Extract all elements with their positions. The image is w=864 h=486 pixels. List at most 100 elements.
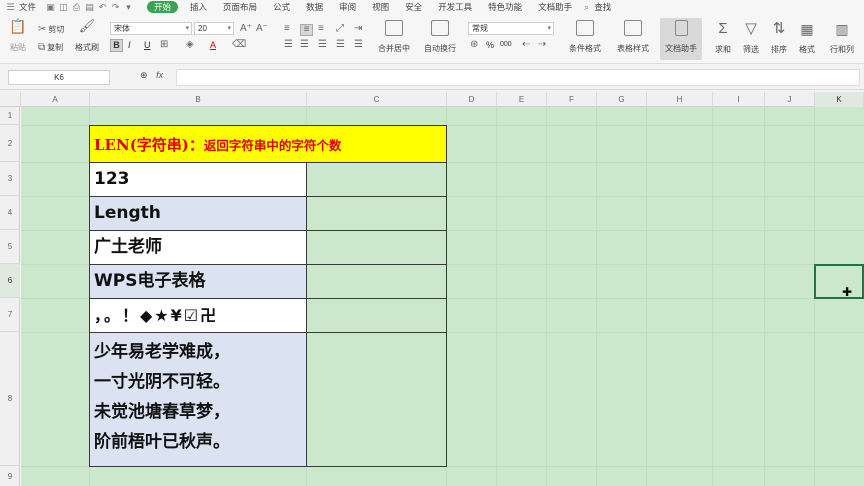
merge-center-button[interactable]: 合并居中 (374, 20, 414, 54)
font-shrink-icon[interactable]: A⁻ (256, 24, 268, 34)
eraser-icon[interactable]: ⌫ (232, 40, 246, 50)
column-header-i[interactable]: I (713, 92, 765, 107)
name-box[interactable]: K6 (8, 70, 110, 85)
increase-decimal-icon[interactable]: ⇠ (522, 40, 530, 50)
redo-icon[interactable]: ↷ (111, 2, 120, 12)
fill-color-icon[interactable]: ◈ (186, 40, 194, 50)
format-painter-button[interactable]: 🖌 格式刷 (72, 18, 102, 53)
font-color-button[interactable]: A (210, 40, 216, 50)
row-header-1[interactable]: 1 (0, 107, 20, 125)
row-header-9[interactable]: 9 (0, 466, 20, 486)
align-bottom-icon[interactable]: ≡ (318, 24, 324, 34)
align-top-icon[interactable]: ≡ (284, 24, 290, 34)
italic-button[interactable]: I (128, 40, 131, 50)
column-header-f[interactable]: F (547, 92, 597, 107)
export-icon[interactable]: ▤ (85, 2, 94, 12)
column-header-c[interactable]: C (307, 92, 447, 107)
tab-data[interactable]: 数据 (298, 0, 331, 14)
undo-icon[interactable]: ↶ (98, 2, 107, 12)
cell-c8[interactable] (306, 332, 447, 467)
cell-b6[interactable]: WPS电子表格 (89, 264, 307, 299)
row-header-4[interactable]: 4 (0, 196, 20, 230)
border-icon[interactable]: ⊞ (160, 40, 168, 50)
doc-helper-button[interactable]: 文档助手 (660, 18, 702, 60)
row-header-6[interactable]: 6 (0, 264, 20, 298)
filter-button[interactable]: ▽ 筛选 (738, 20, 764, 55)
font-grow-icon[interactable]: A⁺ (240, 24, 252, 34)
cell-b5[interactable]: 广土老师 (89, 230, 307, 265)
title-cell-b2[interactable]: LEN(字符串)： 返回字符串中的字符个数 (89, 125, 447, 163)
menu-file[interactable]: 文件 (17, 0, 44, 14)
number-format-select[interactable]: 常规 ▾ (468, 22, 554, 35)
zoom-icon[interactable]: ⊕ (140, 70, 148, 80)
align-middle-icon[interactable]: ≡ (300, 24, 313, 36)
cell-c7[interactable] (306, 298, 447, 333)
column-header-e[interactable]: E (497, 92, 547, 107)
tab-security[interactable]: 安全 (397, 0, 430, 14)
paste-button[interactable]: 📋 粘贴 (6, 18, 30, 53)
row-header-5[interactable]: 5 (0, 230, 20, 264)
percent-button[interactable]: % (486, 40, 494, 50)
wrap-text-button[interactable]: 自动换行 (420, 20, 460, 54)
row-header-7[interactable]: 7 (0, 298, 20, 332)
tab-features[interactable]: 特色功能 (480, 0, 530, 14)
copy-button[interactable]: ⧉ 复制 (38, 42, 63, 53)
column-header-g[interactable]: G (597, 92, 647, 107)
rows-cols-button[interactable]: ▥ 行和列 (824, 20, 860, 55)
sum-button[interactable]: Σ 求和 (710, 20, 736, 55)
column-header-b[interactable]: B (90, 92, 307, 107)
table-style-button[interactable]: 表格样式 (612, 20, 654, 54)
row-header-8[interactable]: 8 (0, 332, 20, 466)
cell-b7[interactable]: ，。！◆★¥☑卍 (89, 298, 307, 333)
font-name-select[interactable]: 宋体 ▾ (110, 22, 192, 35)
column-header-a[interactable]: A (21, 92, 90, 107)
cell-c3[interactable] (306, 162, 447, 197)
currency-icon[interactable]: ⊛ (470, 40, 478, 50)
justify-icon[interactable]: ☰ (336, 40, 345, 50)
tab-formulas[interactable]: 公式 (265, 0, 298, 14)
tab-doc-helper[interactable]: 文档助手 (530, 0, 580, 14)
cell-c4[interactable] (306, 196, 447, 231)
align-left-icon[interactable]: ☰ (284, 40, 293, 50)
align-center-icon[interactable]: ☰ (300, 40, 309, 50)
column-header-j[interactable]: J (765, 92, 815, 107)
active-cell-k6[interactable] (814, 264, 864, 299)
cell-b3[interactable]: 123 (89, 162, 307, 197)
font-size-select[interactable]: 20 ▾ (194, 22, 234, 35)
cell-c5[interactable] (306, 230, 447, 265)
row-header-2[interactable]: 2 (0, 125, 20, 162)
comma-button[interactable]: 000 (500, 41, 512, 48)
underline-button[interactable]: U (144, 40, 151, 50)
column-header-h[interactable]: H (647, 92, 713, 107)
column-header-d[interactable]: D (447, 92, 497, 107)
tab-review[interactable]: 审阅 (331, 0, 364, 14)
tab-home[interactable]: 开始 (147, 1, 179, 13)
formula-input[interactable] (176, 69, 860, 86)
cell-c6[interactable] (306, 264, 447, 299)
tab-insert[interactable]: 插入 (182, 0, 215, 14)
conditional-format-button[interactable]: 条件格式 (564, 20, 606, 54)
select-all-corner[interactable] (0, 92, 21, 107)
spreadsheet-grid[interactable]: LEN(字符串)： 返回字符串中的字符个数 123 Length 广土老师 WPS… (21, 107, 864, 486)
column-header-k[interactable]: K (815, 92, 864, 107)
align-right-icon[interactable]: ☰ (318, 40, 327, 50)
row-header-3[interactable]: 3 (0, 162, 20, 196)
menu-icon[interactable]: ☰ (6, 2, 15, 12)
format-button[interactable]: ▦ 格式 (794, 20, 820, 55)
indent-icon[interactable]: ⇥ (354, 24, 362, 34)
tab-page-layout[interactable]: 页面布局 (215, 0, 265, 14)
cut-button[interactable]: ✂ 剪切 (38, 24, 64, 35)
distribute-icon[interactable]: ☰ (354, 40, 363, 50)
dropdown-icon[interactable]: ▾ (124, 2, 133, 12)
search-label[interactable]: 查找 (593, 0, 619, 14)
fx-icon[interactable]: fx (156, 70, 163, 80)
cell-b4[interactable]: Length (89, 196, 307, 231)
bold-button[interactable]: B (110, 39, 123, 52)
tab-view[interactable]: 视图 (364, 0, 397, 14)
sort-button[interactable]: ⇅ 排序 (766, 20, 792, 55)
print-icon[interactable]: ⎙ (72, 2, 81, 12)
orientation-icon[interactable]: ⤢ (336, 24, 344, 34)
search-icon[interactable]: ⌕ (582, 2, 591, 12)
cell-b8[interactable]: 少年易老学难成， 一寸光阴不可轻。 未觉池塘春草梦， 阶前梧叶已秋声。 (89, 332, 307, 467)
decrease-decimal-icon[interactable]: ⇢ (538, 40, 546, 50)
